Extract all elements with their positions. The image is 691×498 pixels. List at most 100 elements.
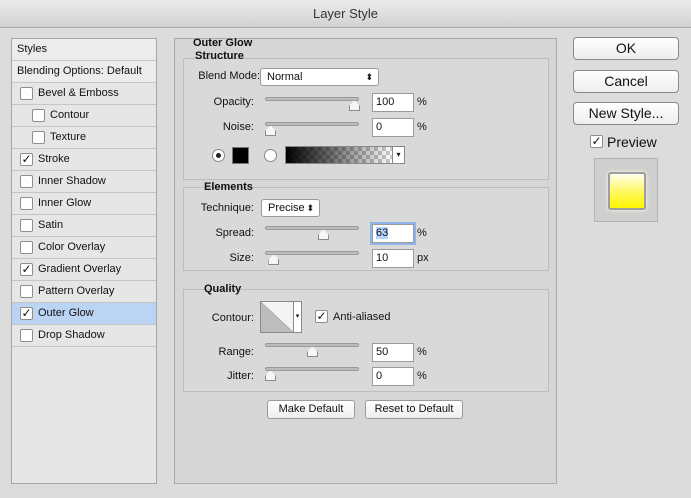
sidebar-item-contour[interactable]: Contour [12, 105, 156, 127]
sidebar-header-label: Styles [17, 43, 47, 55]
sidebar-item-label: Color Overlay [38, 241, 106, 253]
noise-slider-track[interactable] [265, 122, 359, 126]
size-label: Size: [229, 252, 254, 264]
sidebar-item-bevel-emboss[interactable]: Bevel & Emboss [12, 83, 156, 105]
range-slider-thumb[interactable] [307, 346, 318, 357]
reset-to-default-button[interactable]: Reset to Default [365, 400, 463, 419]
ok-button[interactable]: OK [573, 37, 679, 60]
noise-label: Noise: [222, 121, 254, 133]
sidebar-checkbox[interactable] [20, 241, 33, 254]
elements-group: Elements Technique: Precise ⬍ Spread: 63… [183, 181, 549, 271]
style-preview-thumbnail [608, 172, 646, 210]
sidebar-header-styles[interactable]: Styles [12, 39, 156, 61]
anti-aliased-checkbox[interactable]: ✓ [315, 310, 328, 323]
styles-sidebar: Styles Blending Options: Default Bevel &… [11, 38, 157, 484]
make-default-button[interactable]: Make Default [267, 400, 355, 419]
gradient-radio[interactable] [264, 149, 277, 162]
sidebar-checkbox[interactable]: ✓ [20, 307, 33, 320]
sidebar-item-inner-shadow[interactable]: Inner Shadow [12, 171, 156, 193]
sidebar-item-pattern-overlay[interactable]: Pattern Overlay [12, 281, 156, 303]
sidebar-checkbox[interactable] [20, 285, 33, 298]
sidebar-checkbox[interactable] [20, 175, 33, 188]
sidebar-item-gradient-overlay[interactable]: ✓ Gradient Overlay [12, 259, 156, 281]
sidebar-item-inner-glow[interactable]: Inner Glow [12, 193, 156, 215]
elements-title: Elements [204, 181, 253, 193]
noise-unit: % [417, 121, 427, 133]
blend-mode-select[interactable]: Normal ⬍ [260, 68, 379, 86]
blend-mode-label: Blend Mode: [198, 70, 260, 82]
opacity-input[interactable]: 100 [372, 93, 414, 112]
range-slider-track[interactable] [265, 343, 359, 347]
technique-select[interactable]: Precise ⬍ [261, 199, 320, 217]
size-slider-track[interactable] [265, 251, 359, 255]
spread-input[interactable]: 63 [372, 224, 414, 243]
glow-color-swatch[interactable] [232, 147, 249, 164]
size-input[interactable]: 10 [372, 249, 414, 268]
opacity-slider-track[interactable] [265, 97, 359, 101]
cancel-button[interactable]: Cancel [573, 70, 679, 93]
sidebar-item-label: Texture [50, 131, 87, 143]
spread-value-selected: 63 [376, 227, 389, 239]
glow-gradient-picker[interactable] [285, 146, 393, 164]
opacity-slider-thumb[interactable] [349, 100, 360, 111]
new-style-button[interactable]: New Style... [573, 102, 679, 125]
spread-slider-thumb[interactable] [317, 229, 329, 240]
sidebar-item-label: Inner Glow [38, 197, 92, 209]
spread-slider-track[interactable] [265, 226, 359, 230]
sidebar-item-label: Blending Options: Default [17, 65, 142, 77]
technique-value: Precise [268, 202, 305, 214]
sidebar-item-label: Satin [38, 219, 64, 231]
sidebar-checkbox[interactable]: ✓ [20, 153, 33, 166]
sidebar-item-label: Bevel & Emboss [38, 87, 119, 99]
color-radio[interactable] [212, 149, 225, 162]
sidebar-item-label: Stroke [38, 153, 70, 165]
noise-input[interactable]: 0 [372, 118, 414, 137]
sidebar-item-label: Outer Glow [38, 307, 94, 319]
contour-preview[interactable] [260, 301, 294, 333]
sidebar-item-label: Gradient Overlay [38, 263, 122, 275]
sidebar-item-texture[interactable]: Texture [12, 127, 156, 149]
range-unit: % [417, 346, 427, 358]
jitter-slider-thumb[interactable] [265, 370, 276, 381]
outer-glow-panel: Outer Glow Structure Blend Mode: Normal … [174, 37, 557, 484]
noise-slider-thumb[interactable] [265, 125, 276, 136]
sidebar-checkbox[interactable] [20, 197, 33, 210]
preview-checkbox[interactable]: ✓ [590, 135, 603, 148]
anti-aliased-label: Anti-aliased [333, 311, 391, 323]
style-preview [594, 158, 658, 222]
panel-title: Outer Glow [193, 37, 253, 49]
size-slider-thumb[interactable] [268, 254, 280, 265]
sidebar-checkbox[interactable] [20, 329, 33, 342]
sidebar-item-blending-options[interactable]: Blending Options: Default [12, 61, 156, 83]
chevron-down-icon[interactable]: ▾ [294, 301, 302, 333]
sidebar-item-color-overlay[interactable]: Color Overlay [12, 237, 156, 259]
range-input[interactable]: 50 [372, 343, 414, 362]
range-label: Range: [218, 346, 254, 358]
sidebar-checkbox[interactable] [20, 87, 33, 100]
spread-label: Spread: [215, 227, 254, 239]
sidebar-checkbox[interactable] [32, 109, 45, 122]
quality-group: Quality Contour: ▾ ✓ Anti-aliased Range:… [183, 283, 549, 392]
opacity-label: Opacity: [213, 96, 254, 108]
sidebar-checkbox[interactable] [20, 219, 33, 232]
sidebar-item-drop-shadow[interactable]: Drop Shadow [12, 325, 156, 347]
sidebar-checkbox[interactable] [32, 131, 45, 144]
sidebar-item-label: Pattern Overlay [38, 285, 115, 297]
technique-label: Technique: [200, 202, 254, 214]
sidebar-item-label: Drop Shadow [38, 329, 105, 341]
updown-arrow-icon: ⬍ [365, 72, 373, 82]
spread-unit: % [417, 227, 427, 239]
sidebar-checkbox[interactable]: ✓ [20, 263, 33, 276]
structure-group: Structure Blend Mode: Normal ⬍ Opacity: … [183, 50, 549, 180]
sidebar-item-satin[interactable]: Satin [12, 215, 156, 237]
sidebar-item-stroke[interactable]: ✓ Stroke [12, 149, 156, 171]
quality-title: Quality [204, 283, 242, 295]
preview-label: Preview [607, 134, 657, 150]
blend-mode-value: Normal [267, 71, 303, 83]
jitter-input[interactable]: 0 [372, 367, 414, 386]
contour-label: Contour: [211, 312, 254, 324]
chevron-down-icon[interactable]: ▾ [392, 146, 405, 164]
jitter-slider-track[interactable] [265, 367, 359, 371]
updown-arrow-icon: ⬍ [306, 203, 314, 213]
sidebar-item-outer-glow[interactable]: ✓ Outer Glow [12, 303, 156, 325]
